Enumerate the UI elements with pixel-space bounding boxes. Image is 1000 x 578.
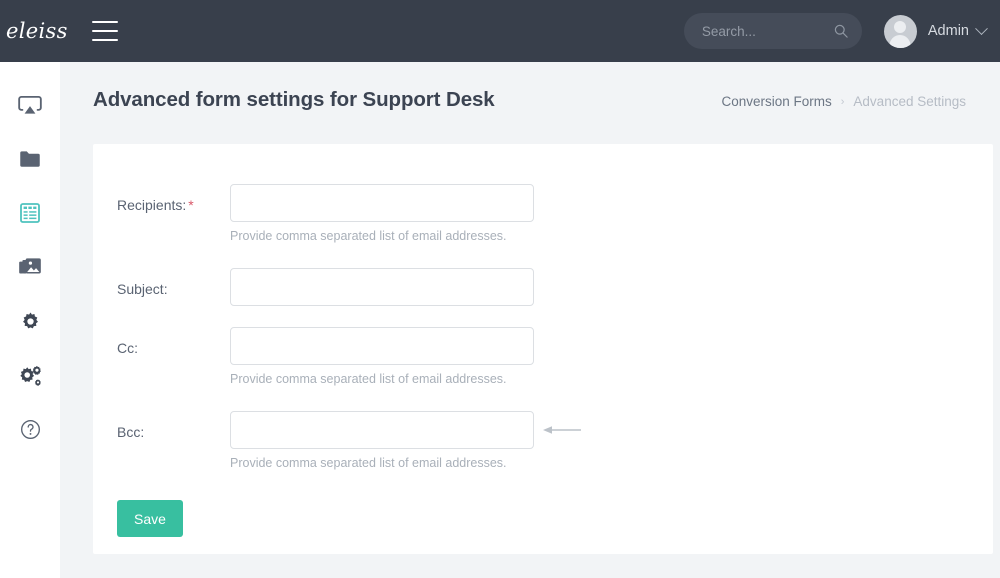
cc-field-column: Provide comma separated list of email ad…: [230, 327, 534, 386]
help-circle-icon: [20, 419, 40, 439]
sidebar-item-files[interactable]: [0, 132, 60, 186]
recipients-label-text: Recipients:: [117, 197, 187, 213]
gears-icon: [20, 365, 42, 386]
user-menu[interactable]: Admin: [883, 14, 988, 48]
page-header: Advanced form settings for Support Desk …: [60, 62, 1000, 144]
bcc-field-column: Provide comma separated list of email ad…: [230, 411, 581, 470]
recipients-field-column: Provide comma separated list of email ad…: [230, 184, 534, 243]
cc-label: Cc:: [117, 327, 230, 386]
dashboard-airplay-icon: [18, 95, 42, 114]
form-row-subject: Subject:: [117, 268, 993, 306]
hamburger-bar: [92, 30, 118, 32]
cc-help-text: Provide comma separated list of email ad…: [230, 372, 507, 386]
avatar-body: [889, 34, 911, 48]
sidebar-navigation: [0, 62, 60, 578]
save-button[interactable]: Save: [117, 500, 183, 537]
subject-input[interactable]: [230, 268, 534, 306]
avatar: [883, 14, 917, 48]
form-row-cc: Cc: Provide comma separated list of emai…: [117, 327, 993, 386]
recipients-label: Recipients: *: [117, 184, 230, 243]
breadcrumb: Conversion Forms › Advanced Settings: [721, 94, 966, 109]
settings-card: Recipients: * Provide comma separated lis…: [93, 144, 993, 554]
bcc-help-text: Provide comma separated list of email ad…: [230, 456, 507, 470]
recipients-input[interactable]: [230, 184, 534, 222]
breadcrumb-separator-icon: ›: [840, 95, 845, 108]
recipients-help-text: Provide comma separated list of email ad…: [230, 229, 507, 243]
advanced-settings-form: Recipients: * Provide comma separated lis…: [93, 144, 993, 537]
subject-label: Subject:: [117, 268, 230, 306]
cc-input[interactable]: [230, 327, 534, 365]
breadcrumb-parent-link[interactable]: Conversion Forms: [721, 94, 831, 109]
search-box[interactable]: [683, 13, 862, 49]
chevron-down-icon[interactable]: [975, 21, 988, 35]
sidebar-item-media[interactable]: [0, 240, 60, 294]
bcc-label-text: Bcc:: [117, 424, 145, 440]
main-content-area: Advanced form settings for Support Desk …: [60, 62, 1000, 578]
top-navigation-bar: eleiss Admin: [0, 0, 1000, 62]
required-asterisk: *: [188, 197, 194, 213]
hamburger-bar: [92, 21, 118, 23]
bcc-label: Bcc:: [117, 411, 230, 470]
search-input[interactable]: [683, 13, 862, 49]
hamburger-bar: [92, 39, 118, 41]
app-logo[interactable]: eleiss: [0, 19, 67, 43]
sidebar-item-settings[interactable]: [0, 294, 60, 348]
subject-label-text: Subject:: [117, 281, 168, 297]
form-row-recipients: Recipients: * Provide comma separated lis…: [117, 184, 993, 243]
sidebar-item-conversion-forms[interactable]: [0, 186, 60, 240]
top-bar-right-group: Admin: [683, 13, 1000, 49]
sidebar-item-advanced-settings[interactable]: [0, 348, 60, 402]
page-title: Advanced form settings for Support Desk: [93, 88, 495, 111]
images-icon: [19, 258, 41, 274]
avatar-head: [894, 20, 907, 33]
forms-icon: [20, 203, 40, 223]
user-name-label: Admin: [927, 23, 969, 39]
sidebar-item-dashboard[interactable]: [0, 78, 60, 132]
folder-icon: [20, 151, 40, 167]
sidebar-item-help[interactable]: [0, 402, 60, 456]
gear-icon: [22, 311, 38, 328]
breadcrumb-current: Advanced Settings: [853, 94, 966, 109]
form-row-bcc: Bcc: Provide comma separated list of ema…: [117, 411, 993, 470]
cc-label-text: Cc:: [117, 340, 138, 356]
subject-field-column: [230, 268, 534, 306]
bcc-input[interactable]: [230, 411, 534, 449]
arrow-left-icon: [543, 426, 581, 434]
hamburger-menu-icon[interactable]: [92, 21, 118, 41]
